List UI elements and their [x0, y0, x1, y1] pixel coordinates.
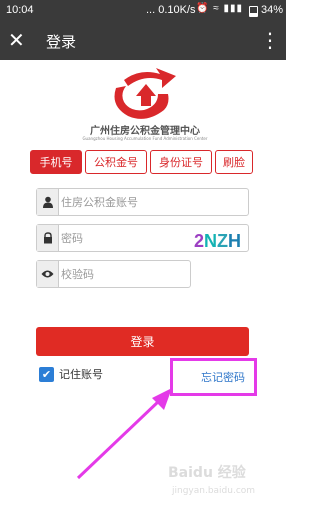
battery-icon [249, 6, 258, 17]
tab-face[interactable]: 刷脸 [215, 150, 253, 174]
eye-icon [37, 261, 59, 287]
status-time: 10:04 [6, 4, 34, 16]
close-icon[interactable]: ✕ [8, 28, 25, 52]
lock-icon [37, 225, 59, 251]
battery-level [250, 12, 257, 16]
status-bar: 10:04 ... 0.10K/s ⏰ ≈ ▮▮▮ 34% [0, 0, 286, 22]
account-input[interactable] [61, 192, 245, 212]
forgot-password-link[interactable]: 忘记密码 [201, 369, 245, 385]
watermark-url: jingyan.baidu.com [172, 486, 256, 496]
more-icon[interactable]: ⋮ [260, 28, 280, 52]
account-field [36, 188, 249, 216]
checkbox-checked-icon[interactable]: ✔ [39, 366, 54, 382]
login-page: 广州住房公积金管理中心 Guangzhou Housing Accumulati… [0, 60, 286, 515]
network-speed: ... 0.10K/s [146, 4, 196, 16]
captcha-input[interactable] [61, 264, 187, 284]
pointer-arrow-icon [76, 388, 172, 480]
battery-percent: 34% [261, 4, 284, 16]
captcha-char: Z [217, 231, 229, 251]
login-button[interactable]: 登录 [36, 327, 249, 356]
captcha-char: 2 [194, 231, 205, 251]
signal-icons: ⏰ ≈ ▮▮▮ [196, 3, 244, 14]
captcha-field [36, 260, 191, 288]
title-bar: ✕ 登录 ⋮ [0, 22, 286, 60]
org-name-en: Guangzhou Housing Accumulation Fund Admi… [82, 136, 208, 141]
tab-id-number[interactable]: 身份证号 [150, 150, 212, 174]
watermark: Baidu 经验 jingyan.baidu.com [168, 462, 258, 502]
tab-phone[interactable]: 手机号 [30, 150, 82, 174]
watermark-text: Baidu 经验 [168, 465, 246, 481]
user-icon [37, 189, 59, 215]
logo-icon [114, 68, 176, 119]
captcha-image[interactable]: 2NZH [194, 231, 241, 252]
page-title: 登录 [46, 33, 77, 51]
tab-fund-number[interactable]: 公积金号 [85, 150, 147, 174]
captcha-char: N [204, 231, 218, 251]
captcha-char: H [228, 231, 242, 251]
login-tabs: 手机号 公积金号 身份证号 刷脸 [30, 150, 256, 174]
org-name: 广州住房公积金管理中心 [90, 126, 200, 137]
